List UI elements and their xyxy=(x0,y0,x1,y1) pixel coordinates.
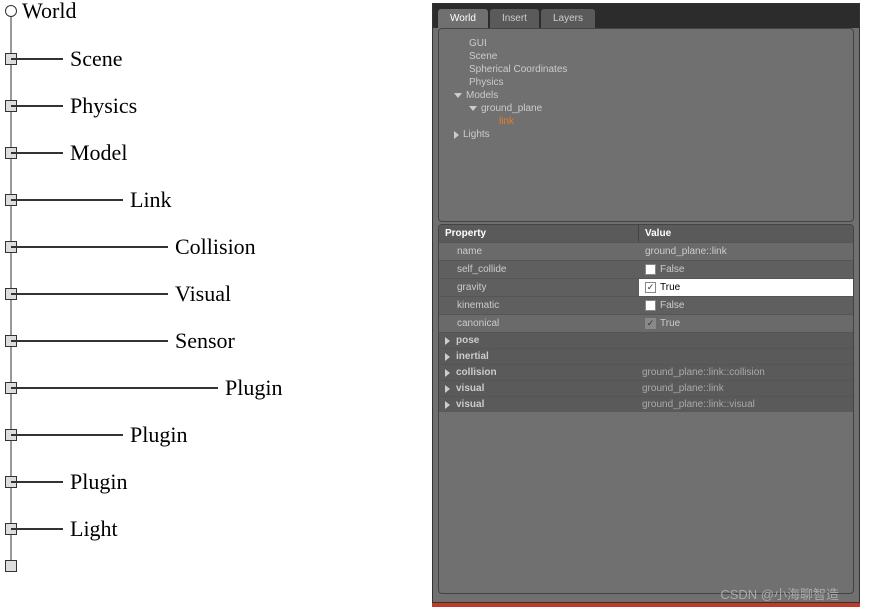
panel-bottom-border xyxy=(432,603,860,607)
checkbox-checked-icon[interactable]: ✓ xyxy=(645,282,656,293)
tree-item-gui[interactable]: GUI xyxy=(454,37,838,50)
node-label: Plugin xyxy=(225,375,282,401)
world-tree: GUI Scene Spherical Coordinates Physics … xyxy=(438,28,854,222)
node-label: Scene xyxy=(70,46,123,72)
chevron-down-icon xyxy=(469,106,477,111)
expand-row-inertial[interactable]: inertial xyxy=(439,348,853,364)
node-label: Plugin xyxy=(130,422,187,448)
prop-row-canonical: canonical ✓True xyxy=(439,314,853,332)
tree-item-spherical[interactable]: Spherical Coordinates xyxy=(454,63,838,76)
watermark: CSDN @小海聊智造 xyxy=(720,584,839,603)
prop-row-name: name ground_plane::link xyxy=(439,242,853,260)
tab-layers[interactable]: Layers xyxy=(541,9,595,28)
tree-item-models[interactable]: Models xyxy=(454,89,838,102)
prop-row-self-collide[interactable]: self_collide False xyxy=(439,260,853,278)
header-value: Value xyxy=(639,225,677,242)
node-label: Link xyxy=(130,187,172,213)
chevron-down-icon xyxy=(454,93,462,98)
property-header: Property Value xyxy=(439,225,853,242)
prop-row-kinematic[interactable]: kinematic False xyxy=(439,296,853,314)
expand-row-visual[interactable]: visualground_plane::link xyxy=(439,380,853,396)
checkbox-disabled-icon: ✓ xyxy=(645,318,656,329)
tree-item-scene[interactable]: Scene xyxy=(454,50,838,63)
expand-row-visual2[interactable]: visualground_plane::link::visual xyxy=(439,396,853,412)
header-property: Property xyxy=(439,225,639,242)
node-label: Plugin xyxy=(70,469,127,495)
tree-item-ground-plane[interactable]: ground_plane xyxy=(454,102,838,115)
tab-bar: World Insert Layers xyxy=(433,4,859,28)
tree-item-link[interactable]: link xyxy=(454,115,838,128)
chevron-right-icon xyxy=(445,385,450,393)
tab-insert[interactable]: Insert xyxy=(490,9,539,28)
tree-item-lights[interactable]: Lights xyxy=(454,128,838,141)
node-label: Physics xyxy=(70,93,137,119)
node-label: Sensor xyxy=(175,328,235,354)
expand-row-collision[interactable]: collisionground_plane::link::collision xyxy=(439,364,853,380)
chevron-right-icon xyxy=(445,337,450,345)
root-label: World xyxy=(22,0,76,24)
node-icon xyxy=(5,560,17,572)
checkbox-icon[interactable] xyxy=(645,300,656,311)
chevron-right-icon xyxy=(445,353,450,361)
node-label: Model xyxy=(70,140,127,166)
node-label: Light xyxy=(70,516,118,542)
gazebo-panel: World Insert Layers GUI Scene Spherical … xyxy=(432,3,860,603)
node-label: Collision xyxy=(175,234,256,260)
chevron-right-icon xyxy=(445,369,450,377)
node-label: Visual xyxy=(175,281,231,307)
tab-world[interactable]: World xyxy=(438,9,488,28)
checkbox-icon[interactable] xyxy=(645,264,656,275)
expand-row-pose[interactable]: pose xyxy=(439,332,853,348)
chevron-right-icon xyxy=(454,131,459,139)
root-node-icon xyxy=(5,5,17,17)
hierarchy-diagram: World Scene Physics Model Link Collision… xyxy=(0,0,420,600)
prop-row-gravity[interactable]: gravity ✓True xyxy=(439,278,853,296)
property-panel: Property Value name ground_plane::link s… xyxy=(438,224,854,594)
chevron-right-icon xyxy=(445,401,450,409)
tree-item-physics[interactable]: Physics xyxy=(454,76,838,89)
